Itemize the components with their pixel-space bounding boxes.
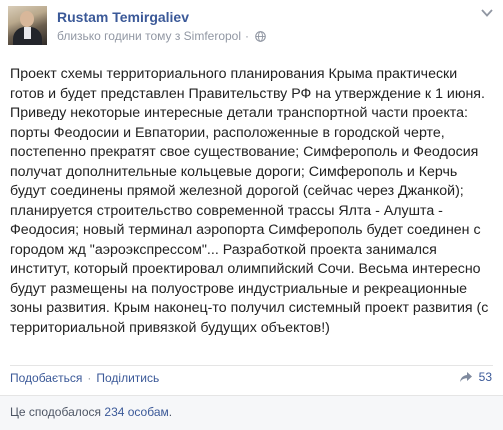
author-name[interactable]: Rustam Temirgaliev: [57, 9, 189, 25]
divider: [10, 365, 493, 366]
facebook-post: Rustam Temirgaliev близько години тому з…: [0, 0, 503, 430]
post-timestamp[interactable]: близько години тому з Simferopol: [57, 29, 241, 43]
post-meta: близько години тому з Simferopol ·: [57, 29, 266, 43]
shares-count-link[interactable]: 53: [459, 370, 492, 384]
likes-prefix: Це сподобалося: [10, 405, 105, 419]
avatar[interactable]: [8, 6, 47, 45]
post-actions: Подобається · Поділитись: [10, 371, 159, 385]
chevron-down-icon[interactable]: [481, 8, 493, 18]
meta-separator: ·: [245, 29, 250, 43]
share-button[interactable]: Поділитись: [96, 371, 159, 385]
likes-count-link[interactable]: 234 особам: [104, 405, 168, 419]
likes-summary: Це сподобалося 234 особам.: [0, 395, 503, 430]
globe-icon[interactable]: [255, 30, 266, 42]
post-text: Проект схемы территориального планирован…: [10, 66, 489, 336]
shares-count: 53: [478, 370, 492, 384]
likes-text: Це сподобалося 234 особам.: [10, 405, 172, 419]
action-separator: ·: [87, 371, 92, 385]
avatar-figure-shirt: [24, 27, 31, 39]
share-arrow-icon: [459, 372, 472, 382]
likes-suffix: .: [168, 405, 173, 419]
avatar-figure-head: [20, 11, 34, 27]
like-button[interactable]: Подобається: [10, 371, 82, 385]
